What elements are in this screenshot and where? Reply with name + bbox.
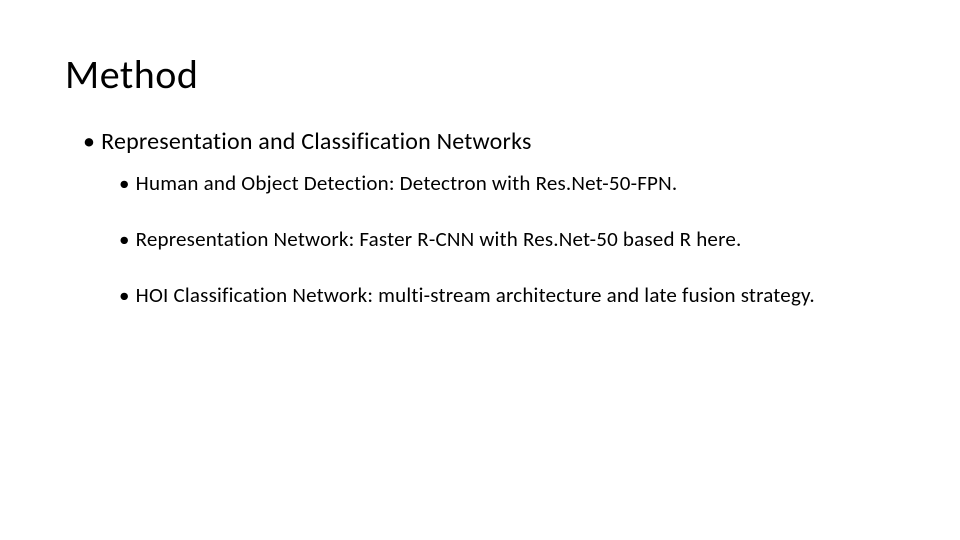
bullet-icon: • <box>83 127 95 156</box>
bullet-icon: • <box>119 226 130 252</box>
level2-text: HOI Classification Network: multi-stream… <box>136 282 815 308</box>
level1-text: Representation and Classification Networ… <box>101 127 531 156</box>
bullet-icon: • <box>119 170 130 196</box>
level2-text: Representation Network: Faster R-CNN wit… <box>136 226 742 252</box>
bullet-level2: •HOI Classification Network: multi-strea… <box>119 282 895 308</box>
bullet-level1: •Representation and Classification Netwo… <box>83 127 895 156</box>
bullet-level2: •Human and Object Detection: Detectron w… <box>119 170 895 196</box>
bullet-icon: • <box>119 282 130 308</box>
slide-title: Method <box>65 50 895 99</box>
level2-text: Human and Object Detection: Detectron wi… <box>136 170 678 196</box>
bullet-level2: •Representation Network: Faster R-CNN wi… <box>119 226 895 252</box>
